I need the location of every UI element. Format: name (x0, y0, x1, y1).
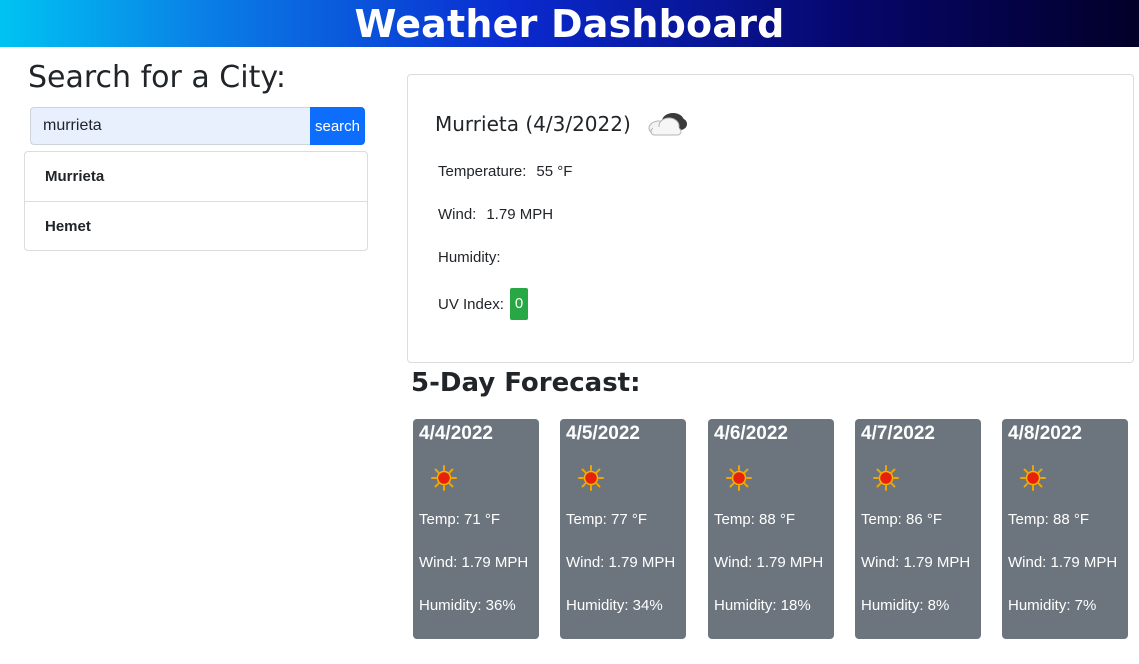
forecast-wind: Wind: 1.79 MPH (714, 554, 824, 571)
forecast-card: 4/5/2022 Temp: 77 °F Wind: 1.79 MPH Humi… (560, 419, 686, 639)
search-button[interactable]: search (310, 107, 365, 145)
sun-icon (431, 465, 457, 491)
forecast-temp: Temp: 88 °F (714, 511, 796, 528)
current-weather-card: Murrieta (4/3/2022) Temperature: 55 °F W… (407, 74, 1134, 363)
forecast-humidity: Humidity: 34% (566, 597, 663, 614)
cloud-icon (645, 109, 689, 139)
page-title: Weather Dashboard (354, 1, 785, 46)
temperature-value: 55 °F (536, 163, 573, 180)
forecast-card: 4/7/2022 Temp: 86 °F Wind: 1.79 MPH Humi… (855, 419, 981, 639)
forecast-date: 4/7/2022 (861, 423, 935, 444)
forecast-temp: Temp: 88 °F (1008, 511, 1090, 528)
forecast-date: 4/6/2022 (714, 423, 788, 444)
forecast-wind: Wind: 1.79 MPH (419, 554, 529, 571)
history-item-hemet[interactable]: Hemet (25, 201, 367, 250)
forecast-date: 4/5/2022 (566, 423, 640, 444)
uv-index-stat: UV Index: 0 (438, 288, 529, 320)
search-history-list: Murrieta Hemet (24, 151, 368, 251)
wind-stat: Wind: 1.79 MPH (438, 206, 553, 223)
forecast-humidity: Humidity: 8% (861, 597, 950, 614)
wind-label: Wind: (438, 206, 477, 223)
forecast-card: 4/6/2022 Temp: 88 °F Wind: 1.79 MPH Humi… (708, 419, 834, 639)
forecast-temp: Temp: 86 °F (861, 511, 943, 528)
temperature-label: Temperature: (438, 163, 527, 180)
forecast-temp: Temp: 77 °F (566, 511, 648, 528)
wind-value: 1.79 MPH (486, 206, 554, 223)
forecast-card: 4/4/2022 Temp: 71 °F Wind: 1.79 MPH Humi… (413, 419, 539, 639)
forecast-heading: 5-Day Forecast: (411, 368, 641, 398)
uv-index-badge: 0 (509, 288, 529, 320)
forecast-humidity: Humidity: 7% (1008, 597, 1097, 614)
forecast-humidity: Humidity: 36% (419, 597, 516, 614)
sun-icon (726, 465, 752, 491)
temperature-stat: Temperature: 55 °F (438, 163, 572, 180)
search-form: search (30, 107, 365, 145)
forecast-wind: Wind: 1.79 MPH (566, 554, 676, 571)
forecast-wind: Wind: 1.79 MPH (1008, 554, 1118, 571)
city-search-input[interactable] (30, 107, 310, 145)
uv-index-label: UV Index: (438, 295, 504, 313)
humidity-label: Humidity: (438, 249, 501, 266)
humidity-stat: Humidity: (438, 249, 511, 266)
forecast-humidity: Humidity: 18% (714, 597, 811, 614)
forecast-card: 4/8/2022 Temp: 88 °F Wind: 1.79 MPH Humi… (1002, 419, 1128, 639)
search-heading: Search for a City: (28, 60, 287, 95)
forecast-temp: Temp: 71 °F (419, 511, 501, 528)
forecast-date: 4/4/2022 (419, 423, 493, 444)
forecast-date: 4/8/2022 (1008, 423, 1082, 444)
history-item-murrieta[interactable]: Murrieta (25, 152, 367, 201)
current-weather-title: Murrieta (4/3/2022) (435, 109, 689, 139)
sun-icon (578, 465, 604, 491)
sun-icon (873, 465, 899, 491)
page-header: Weather Dashboard (0, 0, 1139, 47)
sun-icon (1020, 465, 1046, 491)
forecast-wind: Wind: 1.79 MPH (861, 554, 971, 571)
current-city-date: Murrieta (4/3/2022) (435, 112, 631, 136)
